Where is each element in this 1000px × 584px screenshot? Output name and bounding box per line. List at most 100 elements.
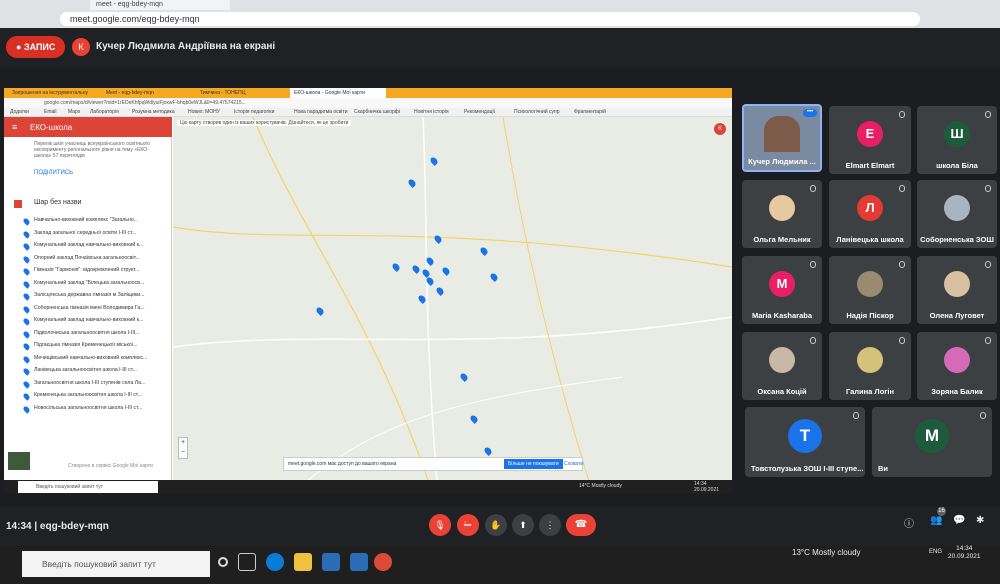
participant-tile[interactable]: M Ви <box>872 407 992 477</box>
mic-off-icon <box>985 337 991 344</box>
participant-tile-presenter[interactable]: ••• Кучер Людмила ... <box>742 104 822 172</box>
shared-tab: Meet - eqg-bdey-mqn <box>106 90 154 96</box>
shared-tab: Тимчина - ТОНЕПЦ <box>200 90 246 96</box>
windows-clock[interactable]: 14:34 20.09.2021 <box>948 545 981 561</box>
chrome-icon[interactable] <box>374 553 392 571</box>
weather-widget[interactable]: 13°C Mostly cloudy <box>792 548 861 557</box>
bookmark: Нових: МОНУ <box>188 109 220 115</box>
participant-photo-avatar <box>944 271 970 297</box>
bookmark: Розумна методика <box>132 109 175 115</box>
school-list-item: Загальноосвітня школа І-ІІІ ступенів сел… <box>34 379 146 386</box>
more-options-button[interactable]: ⋮ <box>539 514 561 536</box>
bookmark: Maps <box>68 109 81 115</box>
participant-name: Ланівецька школа <box>836 235 904 244</box>
school-list-item: Кременецька загальноосвітня школа І-ІІІ … <box>34 392 142 398</box>
participant-name: Галина Логін <box>845 387 895 396</box>
bookmark: Рекомендації <box>464 109 495 115</box>
shared-clock: 14:34 20.09.2021 <box>694 481 719 493</box>
layer-checkbox <box>14 200 22 208</box>
participant-tile[interactable]: Галина Логін <box>829 332 911 400</box>
shared-bookmarks-bar: Додатки Email Maps Лабораторія Розумна м… <box>4 108 732 117</box>
bookmark: Нова парадигма освіти <box>294 109 348 115</box>
browser-tab[interactable]: meet - eqg-bdey-mqn <box>90 0 230 10</box>
participant-name: школа Біла <box>936 161 978 170</box>
participant-tile[interactable]: Зоряна Балик <box>917 332 997 400</box>
panel-title: ЕКО-школа <box>30 123 73 132</box>
file-explorer-icon[interactable] <box>294 553 312 571</box>
mail-icon[interactable] <box>350 553 368 571</box>
list-pin-icon <box>22 404 31 414</box>
presenter-avatar: К <box>72 38 90 56</box>
list-pin-icon <box>22 304 31 314</box>
participant-tile[interactable]: Л Ланівецька школа <box>829 180 911 248</box>
raise-hand-button[interactable]: ✋ <box>485 514 507 536</box>
edge-icon[interactable] <box>266 553 284 571</box>
participant-initial-avatar: M <box>915 419 949 453</box>
mic-toggle-button[interactable]: 🎙 <box>429 514 451 536</box>
participant-name: Зоряна Балик <box>931 387 983 396</box>
language-indicator[interactable]: ENG <box>929 549 942 555</box>
share-link: ПОДІЛИТИСЬ <box>34 170 74 176</box>
list-pin-icon <box>22 329 31 339</box>
end-call-button[interactable]: ☎ <box>566 514 596 536</box>
participant-tile[interactable]: Надія Піскор <box>829 256 911 324</box>
store-icon[interactable] <box>322 553 340 571</box>
school-list-item: Підгаєцька гімназія Кременецької міської… <box>34 342 138 348</box>
participant-initial-avatar: Л <box>857 195 883 221</box>
screen-share-banner: meet.google.com має доступ до вашого екр… <box>283 457 583 471</box>
participant-tile[interactable]: Ольга Мельник <box>742 180 822 248</box>
recording-indicator[interactable]: ● ЗАПИС <box>6 36 66 58</box>
windows-search-box[interactable]: Введіть пошуковий запит тут <box>22 551 210 577</box>
bookmark: Фрагментарій <box>574 109 606 115</box>
mic-off-icon <box>810 261 816 268</box>
participant-tile[interactable]: Шшкола Біла <box>917 106 997 174</box>
list-pin-icon <box>22 217 31 226</box>
list-pin-icon <box>22 379 31 389</box>
bookmark: Новітня історія <box>414 109 449 115</box>
people-icon[interactable]: 👥 <box>930 515 942 526</box>
participant-name: Elmart Elmart <box>845 161 895 170</box>
participant-tile[interactable]: M Maria Kasharaba <box>742 256 822 324</box>
bookmark: Лабораторія <box>90 109 119 115</box>
mic-off-icon <box>899 185 905 192</box>
cortana-icon[interactable] <box>218 557 228 567</box>
mic-off-icon <box>899 111 905 118</box>
school-list-item: Опорний заклад Почаївська загальноосвіт.… <box>34 254 140 261</box>
list-pin-icon <box>22 279 31 289</box>
bookmark: Скарбничка шкорфі <box>354 109 401 115</box>
more-options-icon[interactable]: ••• <box>803 109 817 117</box>
participant-tile[interactable]: Соборненська ЗОШ <box>917 180 997 248</box>
participant-photo-avatar <box>769 347 795 373</box>
participant-photo-avatar <box>857 347 883 373</box>
participant-initial-avatar: M <box>769 271 795 297</box>
participant-initial-avatar: E <box>857 121 883 147</box>
list-pin-icon <box>22 317 31 326</box>
menu-icon: ≡ <box>12 122 18 132</box>
participant-tile[interactable]: T Товстолузька ЗОШ І-ІІІ ступе... <box>745 407 865 477</box>
address-bar[interactable]: meet.google.com/eqg-bdey-mqn <box>60 12 920 26</box>
participant-tile[interactable]: E Elmart Elmart <box>829 106 911 174</box>
info-icon[interactable]: ⓘ <box>904 515 914 530</box>
participant-name: Оксана Коцій <box>757 387 807 396</box>
banner-hide-link: Сховати <box>564 461 584 467</box>
school-list-item: Залісцянська державна гімназія м Заліщик… <box>34 292 145 298</box>
participant-initial-avatar: Ш <box>944 121 970 147</box>
list-pin-icon <box>22 342 31 351</box>
banner-dismiss-button: Більше не показувати <box>504 459 563 469</box>
school-list-item: Комунальний заклад навчально-виховний к.… <box>34 242 144 248</box>
present-button[interactable]: ⬆ <box>512 514 534 536</box>
school-list-item: Гімназія "Гармонія": відокремлений струк… <box>34 267 140 273</box>
activities-icon[interactable]: ✱ <box>976 515 984 526</box>
bookmark: Психологічний супр <box>514 109 560 115</box>
school-list-item: Соборненська гімназія імені Володимира Г… <box>34 304 145 311</box>
participant-tile[interactable]: Оксана Коцій <box>742 332 822 400</box>
chat-icon[interactable]: 💬 <box>953 515 965 526</box>
mic-off-icon <box>985 185 991 192</box>
participant-tile[interactable]: Олена Луговет <box>917 256 997 324</box>
map-roads <box>173 117 732 494</box>
participant-name: Кучер Людмила ... <box>748 157 816 166</box>
mic-off-icon <box>810 185 816 192</box>
task-view-icon[interactable] <box>238 553 256 571</box>
camera-toggle-button[interactable]: ⛔ <box>457 514 479 536</box>
hand-icon: ✋ <box>490 520 502 530</box>
